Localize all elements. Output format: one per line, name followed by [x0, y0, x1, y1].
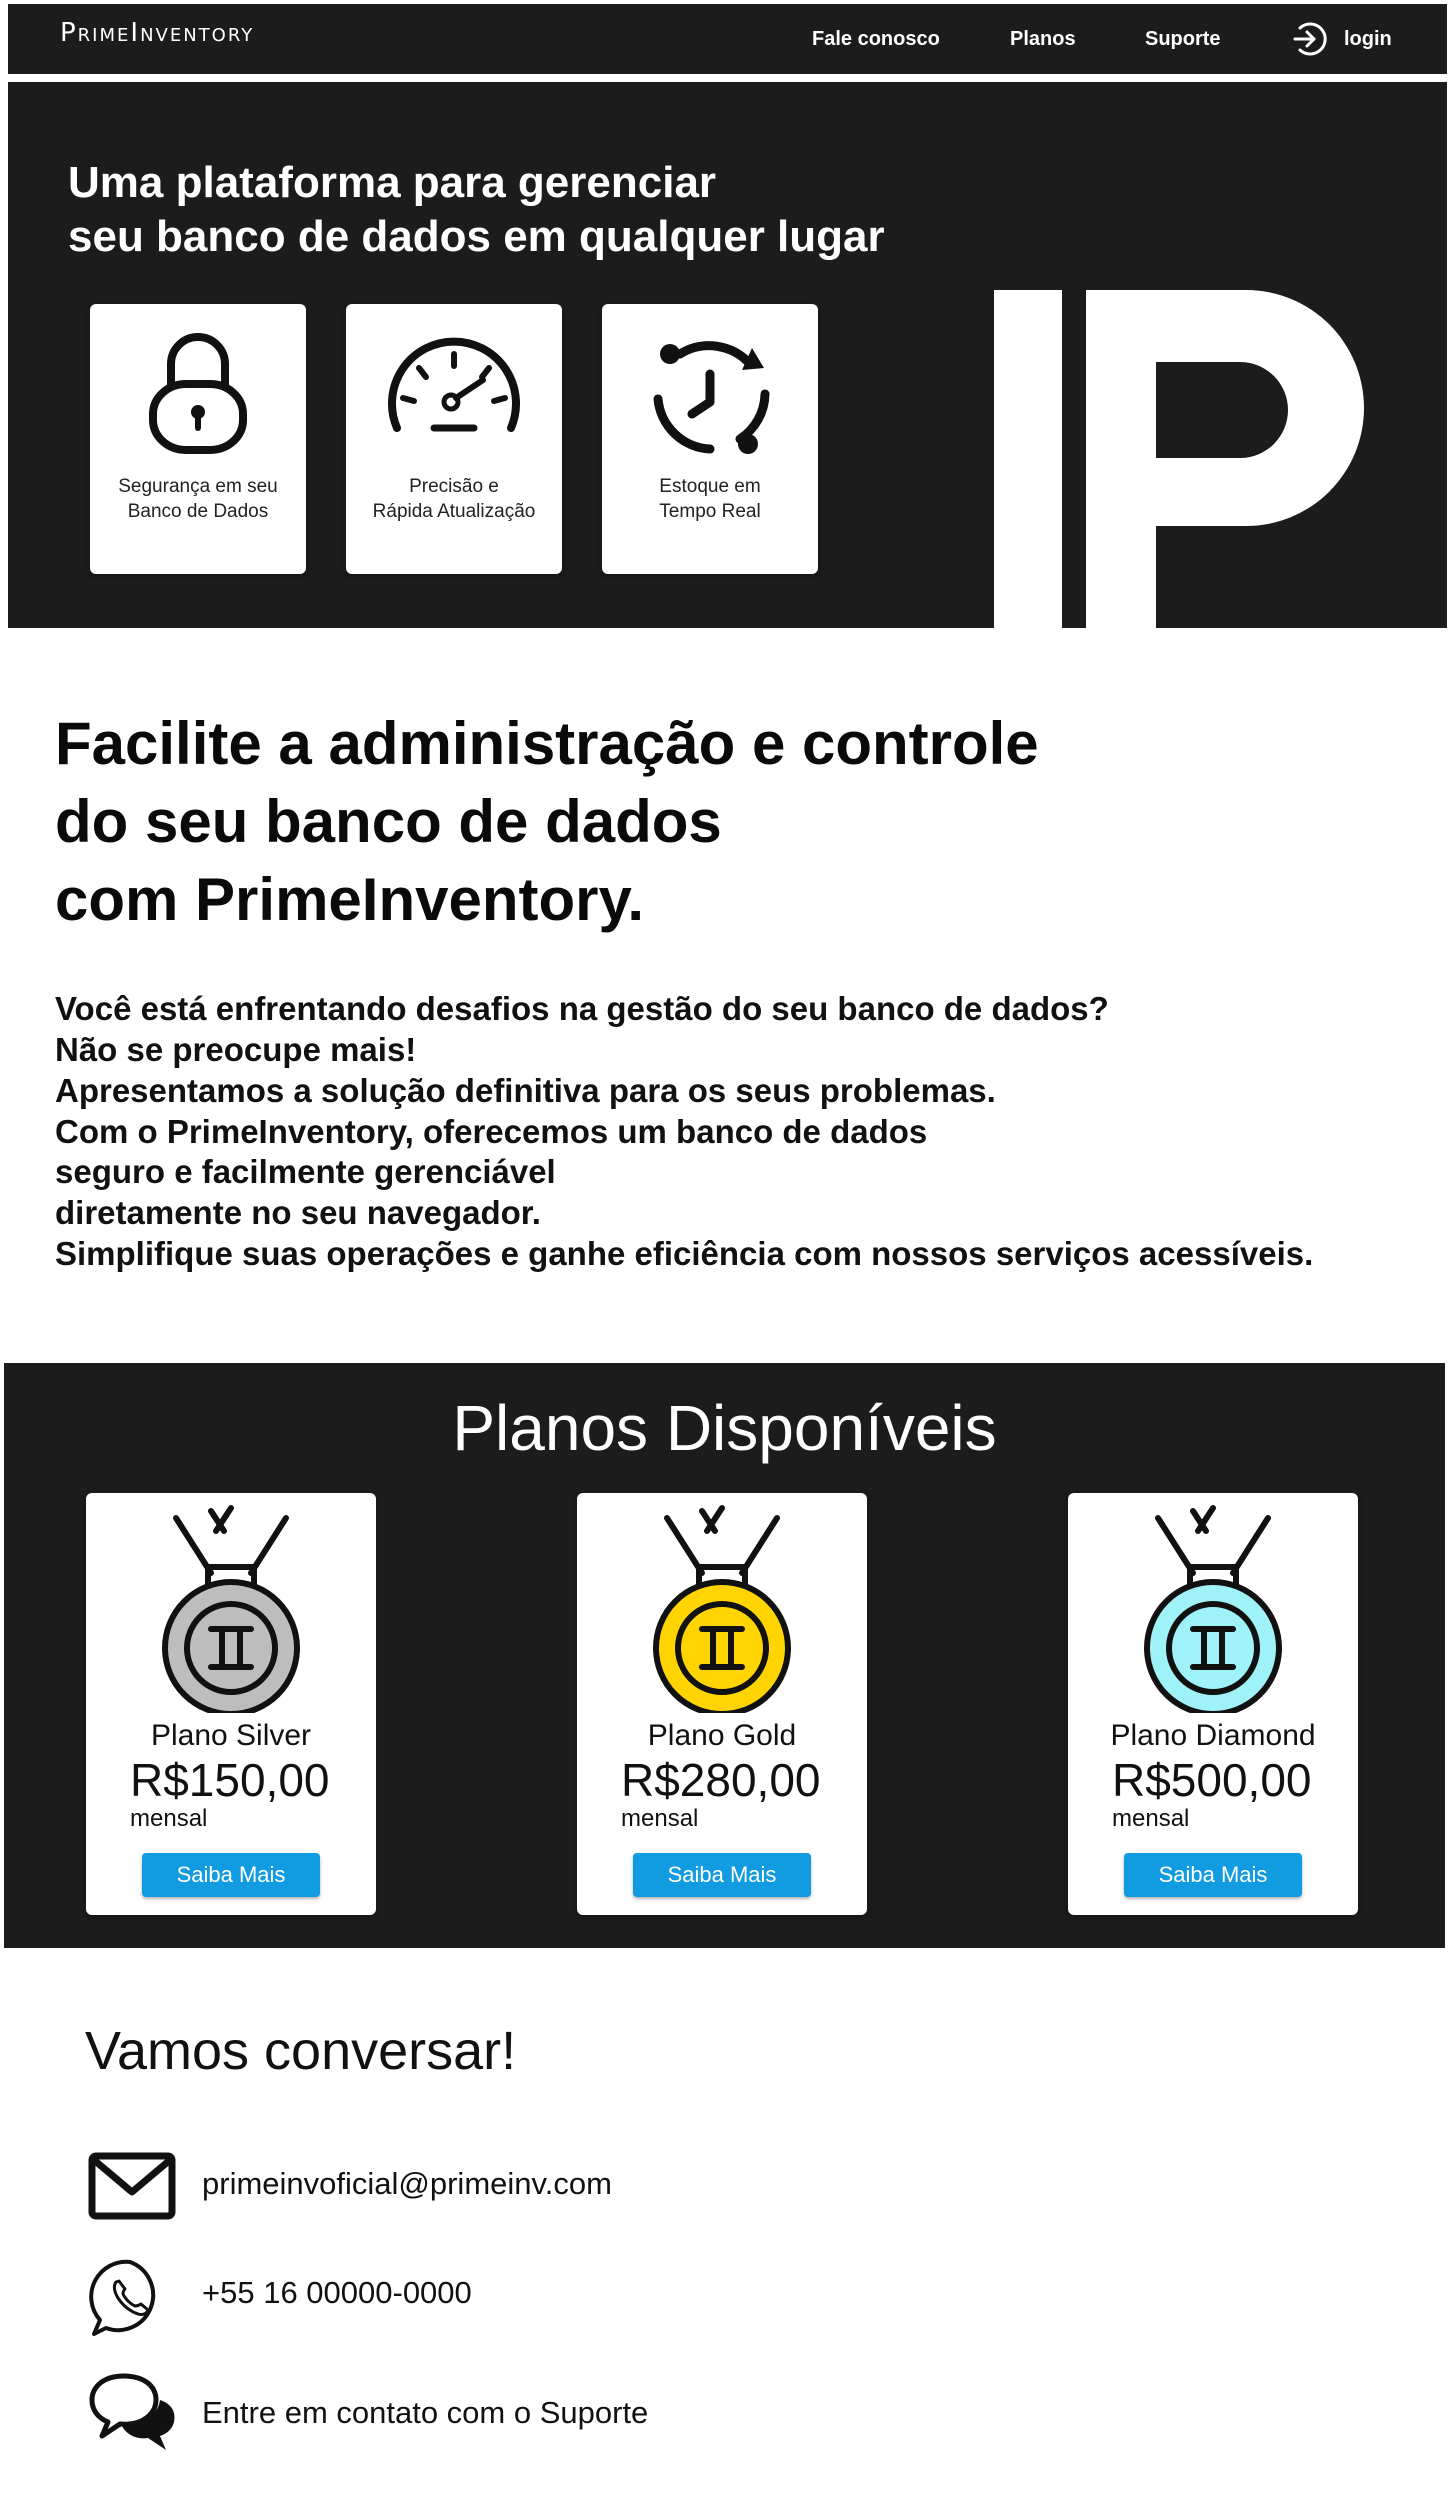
- feature-card-precision: Precisão e Rápida Atualização: [346, 304, 562, 574]
- saiba-mais-diamond-button[interactable]: Saiba Mais: [1124, 1853, 1302, 1897]
- plans-title: Planos Disponíveis: [452, 1392, 997, 1464]
- intro-headline-line: do seu banco de dados: [55, 788, 722, 855]
- hero-banner: Uma plataforma para gerenciar seu banco …: [8, 82, 1447, 628]
- clock-refresh-icon: [653, 341, 770, 454]
- silver-medal-icon: [162, 1505, 300, 1713]
- plan-period: mensal: [1112, 1805, 1190, 1832]
- hero-title: Uma plataforma para gerenciar seu banco …: [68, 156, 968, 264]
- contact-phone[interactable]: +55 16 00000-0000: [202, 2275, 472, 2311]
- nav-link-suporte[interactable]: Suporte: [1145, 28, 1221, 51]
- feature-label-line: Banco de Dados: [127, 501, 269, 522]
- hero-title-line-2: seu banco de dados em qualquer lugar: [68, 212, 885, 261]
- feature-label-precision: Precisão e Rápida Atualização: [346, 474, 562, 524]
- plan-period: mensal: [130, 1805, 208, 1832]
- brand-logo[interactable]: PrimeInventory: [60, 18, 254, 48]
- login-link[interactable]: login: [1344, 28, 1392, 51]
- feature-label-line: Precisão e: [409, 476, 499, 497]
- intro-paragraph-line: Você está enfrentando desafios na gestão…: [55, 990, 1109, 1027]
- whatsapp-icon: [89, 2259, 156, 2336]
- envelope-icon: [88, 2152, 176, 2220]
- intro-paragraph-line: Com o PrimeInventory, oferecemos um banc…: [55, 1113, 928, 1150]
- diamond-medal-icon: [1144, 1505, 1282, 1713]
- intro-headline-line: com PrimeInventory.: [55, 866, 645, 933]
- intro-paragraph-line: seguro e facilmente gerenciável: [55, 1153, 556, 1190]
- intro-paragraph-line: Não se preocupe mais!: [55, 1031, 417, 1068]
- plan-card-diamond: Plano Diamond R$500,00 mensal Saiba Mais: [1068, 1493, 1358, 1915]
- contact-email[interactable]: primeinvoficial@primeinv.com: [202, 2166, 612, 2202]
- plan-name: Plano Gold: [647, 1719, 797, 1752]
- plan-card-silver: Plano Silver R$150,00 mensal Saiba Mais: [86, 1493, 376, 1915]
- speedometer-icon: [388, 337, 520, 432]
- contact-support[interactable]: Entre em contato com o Suporte: [202, 2395, 648, 2431]
- plan-price: R$280,00: [621, 1754, 821, 1806]
- saiba-mais-silver-button[interactable]: Saiba Mais: [142, 1853, 320, 1897]
- plan-name: Plano Diamond: [1110, 1719, 1316, 1752]
- intro-paragraph-line: Apresentamos a solução definitiva para o…: [55, 1072, 996, 1109]
- plan-period: mensal: [621, 1805, 699, 1832]
- intro-headline: Facilite a administração e controle do s…: [55, 705, 1355, 939]
- feature-label-line: Rápida Atualização: [372, 501, 536, 522]
- padlock-icon: [149, 333, 247, 454]
- nav-link-planos[interactable]: Planos: [1010, 28, 1076, 51]
- feature-label-line: Estoque em: [659, 476, 761, 497]
- feature-card-realtime: Estoque em Tempo Real: [602, 304, 818, 574]
- login-icon[interactable]: [1290, 20, 1328, 58]
- intro-headline-line: Facilite a administração e controle: [55, 710, 1039, 777]
- hero-title-line-1: Uma plataforma para gerenciar: [68, 158, 717, 207]
- nav-link-fale-conosco[interactable]: Fale conosco: [812, 28, 940, 51]
- plan-name: Plano Silver: [150, 1719, 312, 1752]
- plan-price: R$150,00: [130, 1754, 330, 1806]
- plan-price: R$500,00: [1112, 1754, 1312, 1806]
- plan-card-gold: Plano Gold R$280,00 mensal Saiba Mais: [577, 1493, 867, 1915]
- gold-medal-icon: [653, 1505, 791, 1713]
- plans-section: Planos Disponíveis Plano Silver R$150,00…: [4, 1363, 1445, 1948]
- contact-title: Vamos conversar!: [85, 2021, 517, 2081]
- feature-label-realtime: Estoque em Tempo Real: [602, 474, 818, 524]
- brand-monogram-logo: [994, 290, 1364, 628]
- feature-label-security: Segurança em seu Banco de Dados: [90, 474, 306, 524]
- saiba-mais-gold-button[interactable]: Saiba Mais: [633, 1853, 811, 1897]
- feature-label-line: Segurança em seu: [118, 476, 278, 497]
- feature-card-security: Segurança em seu Banco de Dados: [90, 304, 306, 574]
- intro-paragraph-line: diretamente no seu navegador.: [55, 1194, 541, 1231]
- feature-label-line: Tempo Real: [659, 501, 761, 522]
- intro-paragraph-line: Simplifique suas operações e ganhe efici…: [55, 1235, 1314, 1272]
- chat-bubbles-icon: [89, 2373, 175, 2450]
